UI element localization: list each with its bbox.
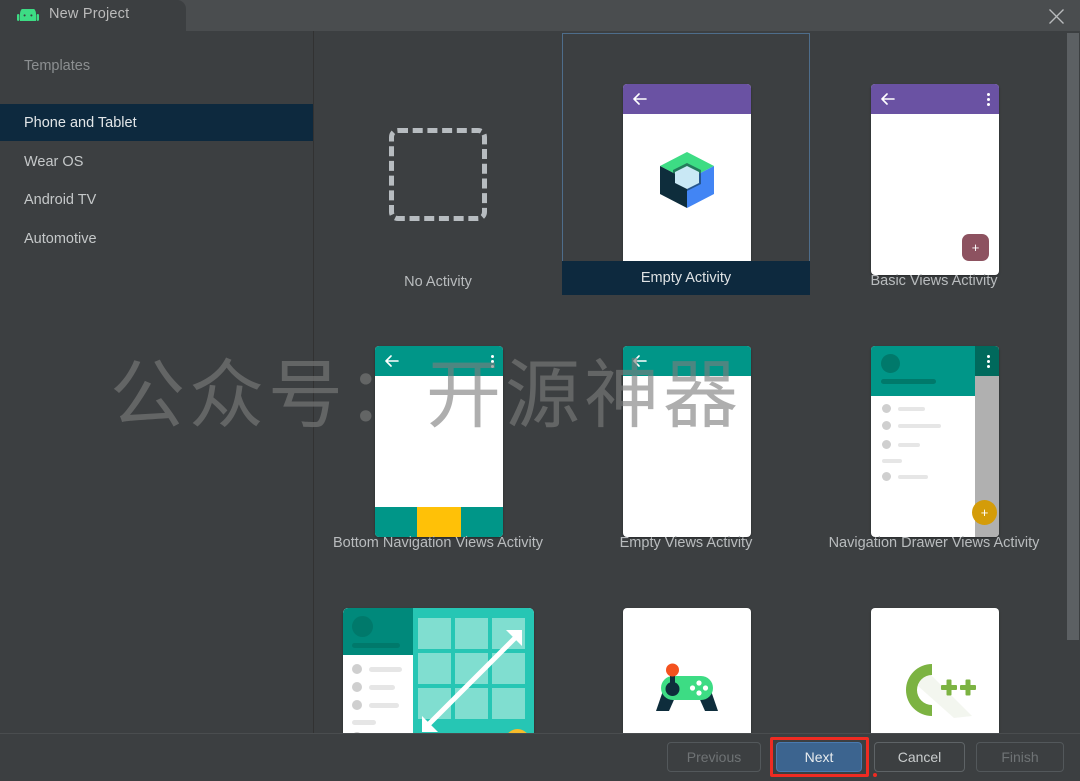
- basic-views-preview: +: [871, 84, 999, 275]
- overflow-menu-icon: [987, 93, 990, 106]
- template-card-empty-activity[interactable]: Empty Activity: [562, 33, 810, 295]
- drawer-header-text-bar: [881, 379, 936, 384]
- template-label: Bottom Navigation Views Activity: [332, 535, 544, 551]
- dialog-body: Templates Phone and Tablet Wear OS Andro…: [0, 31, 1080, 733]
- sidebar-item-label: Android TV: [24, 191, 97, 208]
- back-arrow-icon: [881, 93, 895, 105]
- sidebar-item-wear-os[interactable]: Wear OS: [0, 143, 313, 180]
- template-card-game-activity[interactable]: [562, 557, 810, 733]
- sidebar-item-label: Automotive: [24, 230, 97, 247]
- new-project-dialog: New Project Templates Phone and Tablet W…: [0, 0, 1080, 781]
- annotation-dot: [873, 773, 877, 777]
- drawer-appbar-strip: [975, 346, 999, 376]
- template-card-navigation-drawer-views-activity[interactable]: + Navigation Drawer Views Activity: [810, 295, 1058, 557]
- jetpack-compose-logo-icon: [660, 152, 714, 208]
- window-title: New Project: [49, 6, 130, 22]
- cpp-logo-icon: [906, 664, 976, 718]
- dashed-placeholder-icon: [389, 128, 487, 221]
- next-button-label: Next: [804, 749, 834, 765]
- preview-appbar: [871, 84, 999, 114]
- floating-action-button-icon: +: [962, 234, 989, 261]
- cancel-button[interactable]: Cancel: [874, 742, 965, 772]
- template-card-bottom-navigation-views-activity[interactable]: Bottom Navigation Views Activity: [314, 295, 562, 557]
- empty-views-preview: [623, 346, 751, 537]
- template-label: Navigation Drawer Views Activity: [828, 535, 1040, 551]
- title-bar: New Project: [0, 0, 1080, 31]
- sidebar-item-automotive[interactable]: Automotive: [0, 220, 313, 257]
- overflow-menu-icon: [987, 355, 990, 368]
- game-controller-icon: [656, 663, 718, 711]
- template-card-native-cpp[interactable]: [810, 557, 1058, 733]
- back-arrow-icon: [633, 355, 647, 367]
- sidebar-item-label: Wear OS: [24, 153, 84, 170]
- finish-button-label: Finish: [1001, 749, 1039, 765]
- finish-button[interactable]: Finish: [976, 742, 1064, 772]
- dialog-footer: Previous Next Cancel Finish: [0, 733, 1080, 781]
- overflow-menu-icon: [491, 355, 494, 368]
- preview-appbar: [623, 84, 751, 114]
- previous-button-label: Previous: [686, 749, 742, 765]
- avatar: [352, 616, 373, 637]
- template-card-basic-views-activity[interactable]: + Basic Views Activity: [810, 33, 1058, 295]
- nav-drawer-preview: +: [871, 346, 999, 537]
- sidebar-item-label: Phone and Tablet: [24, 114, 137, 131]
- sidebar-item-android-tv[interactable]: Android TV: [0, 181, 313, 218]
- gallery-scrollbar-track[interactable]: [1066, 31, 1080, 733]
- avatar: [881, 354, 900, 373]
- sidebar-item-phone-and-tablet[interactable]: Phone and Tablet: [0, 104, 313, 141]
- preview-appbar: [375, 346, 503, 376]
- drawer-header: [871, 346, 975, 396]
- next-button[interactable]: Next: [776, 742, 862, 772]
- cancel-button-label: Cancel: [897, 749, 942, 765]
- preview-appbar: [623, 346, 751, 376]
- game-activity-preview: [623, 608, 751, 733]
- back-arrow-icon: [633, 93, 647, 105]
- responsive-layout-preview: +: [343, 608, 534, 733]
- android-robot-icon: [17, 6, 39, 22]
- bottom-navigation-bar: [375, 507, 503, 537]
- template-label: Empty Views Activity: [619, 535, 753, 551]
- template-card-responsive-activity[interactable]: +: [314, 557, 562, 733]
- bottom-nav-preview: [375, 346, 503, 537]
- template-label: Empty Activity: [640, 270, 732, 286]
- native-cpp-preview: [871, 608, 999, 733]
- previous-button[interactable]: Previous: [667, 742, 761, 772]
- pane-header: [343, 608, 413, 655]
- empty-activity-preview: [623, 84, 751, 275]
- gallery-scrollbar-thumb[interactable]: [1067, 33, 1079, 640]
- template-gallery[interactable]: No Activity Empty Activity + Basic Views…: [314, 31, 1066, 733]
- sidebar-header: Templates: [24, 58, 91, 74]
- back-arrow-icon: [385, 355, 399, 367]
- close-icon[interactable]: [1034, 0, 1080, 31]
- template-label: No Activity: [404, 274, 472, 290]
- template-card-empty-views-activity[interactable]: Empty Views Activity: [562, 295, 810, 557]
- resize-arrow-icon: [422, 630, 522, 732]
- template-label: Basic Views Activity: [870, 273, 998, 289]
- template-card-no-activity[interactable]: No Activity: [314, 33, 562, 295]
- floating-action-button-icon: +: [972, 500, 997, 525]
- grid-pane: +: [413, 608, 534, 733]
- sidebar: Templates Phone and Tablet Wear OS Andro…: [0, 31, 314, 733]
